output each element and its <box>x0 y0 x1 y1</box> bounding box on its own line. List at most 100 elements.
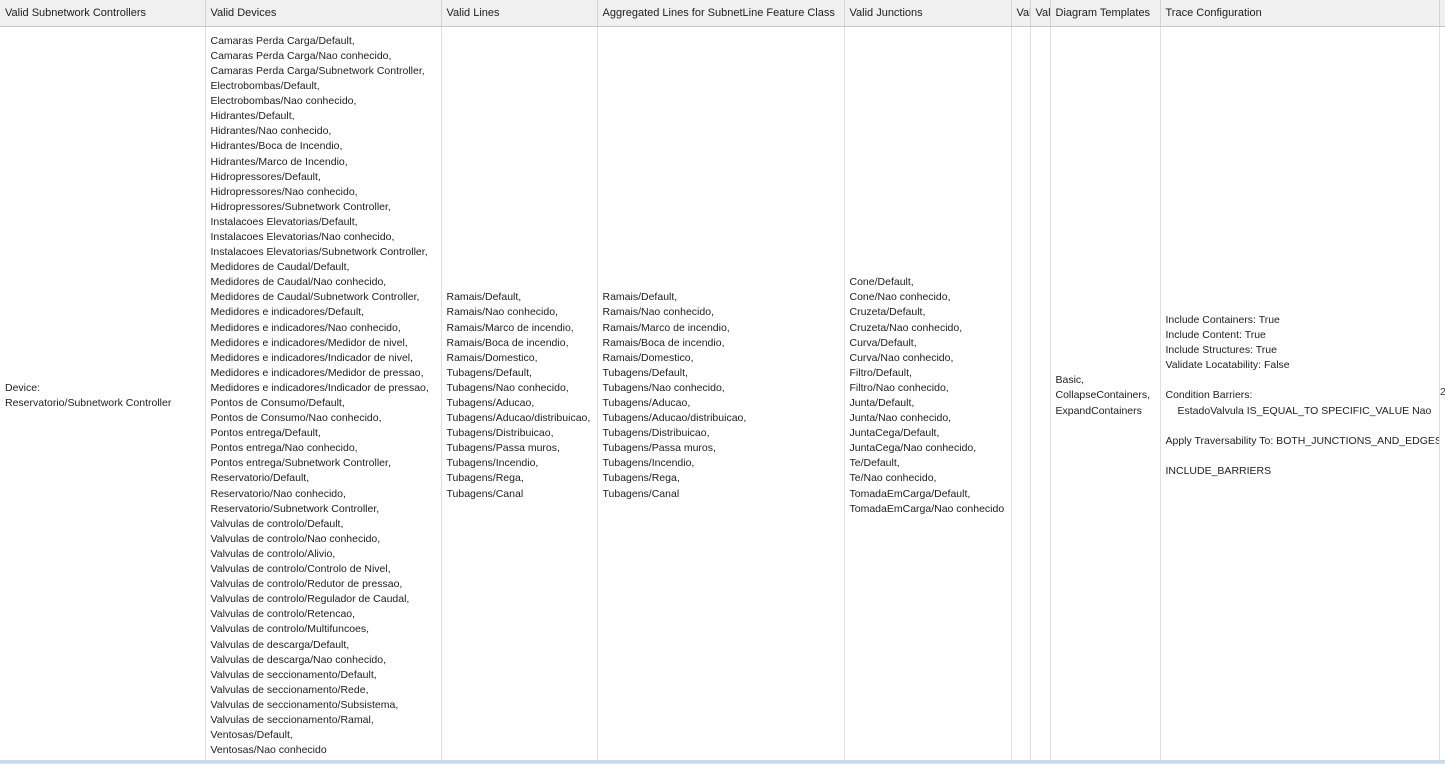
valid-junction-item: Te/Nao conhecido, <box>849 472 937 485</box>
trace-include-structures: Include Structures: True <box>1165 344 1277 357</box>
valid-device-item: Hidropressores/Default, <box>210 170 321 183</box>
valid-device-item: Valvulas de seccionamento/Ramal, <box>210 713 374 726</box>
valid-device-item: Valvulas de controlo/Nao conhecido, <box>210 532 381 545</box>
valid-device-item: Medidores e indicadores/Medidor de press… <box>210 366 424 379</box>
cell-diagram-templates[interactable]: Basic, CollapseContainers, ExpandContainer… <box>1050 26 1161 764</box>
valid-device-item: Valvulas de controlo/Default, <box>210 517 344 530</box>
valid-device-item: Valvulas de controlo/Retencao, <box>210 608 356 621</box>
aggregated-line-item: Ramais/Marco de incendio, <box>602 321 730 334</box>
aggregated-line-item: Ramais/Boca de incendio, <box>602 336 725 349</box>
valid-line-item: Tubagens/Passa muros, <box>446 442 560 455</box>
column-header-val-2[interactable]: Val <box>1030 0 1051 27</box>
valid-line-item: Ramais/Default, <box>446 291 522 304</box>
valid-line-item: Tubagens/Aducao, <box>446 397 535 409</box>
column-header-valid-devices[interactable]: Valid Devices <box>205 0 442 27</box>
valid-device-item: Medidores de Caudal/Nao conhecido, <box>210 276 387 289</box>
cell-valid-devices[interactable]: Camaras Perda Carga/Default, Camaras Perd… <box>205 26 442 764</box>
valid-device-item: Pontos entrega/Subnetwork Controller, <box>210 457 391 470</box>
valid-device-item: Electrobombas/Default, <box>210 80 320 93</box>
valid-line-item: Ramais/Nao conhecido, <box>446 306 558 319</box>
valid-device-item: Valvulas de seccionamento/Subsistema, <box>210 698 399 711</box>
valid-device-item: Instalacoes Elevatorias/Default, <box>210 215 358 228</box>
aggregated-line-item: Tubagens/Incendio, <box>602 457 695 470</box>
aggregated-line-item: Tubagens/Passa muros, <box>602 442 716 455</box>
trace-validate-locatability: Validate Locatability: False <box>1165 359 1290 372</box>
aggregated-line-item: Tubagens/Nao conhecido, <box>602 381 725 394</box>
valid-device-item: Valvulas de controlo/Controlo de Nivel, <box>210 563 391 576</box>
cell-valid-junctions[interactable]: Cone/Default, Cone/Nao conhecido, Cruzeta/… <box>844 26 1012 764</box>
column-header-aggregated-lines[interactable]: Aggregated Lines for SubnetLine Feature … <box>597 0 845 27</box>
cell-val-2[interactable] <box>1030 26 1051 764</box>
valid-device-item: Valvulas de controlo/Multifuncoes, <box>210 623 370 636</box>
valid-junction-list: Cone/Default, Cone/Nao conhecido, Cruzeta/… <box>850 275 1011 517</box>
valid-device-item: Medidores e indicadores/Default, <box>210 306 365 319</box>
valid-device-item: Medidores e indicadores/Medidor de nivel… <box>210 336 408 349</box>
aggregated-line-item: Ramais/Nao conhecido, <box>602 306 714 319</box>
column-header-diagram-templates[interactable]: Diagram Templates <box>1050 0 1161 27</box>
valid-device-item: Hidropressores/Nao conhecido, <box>210 185 358 198</box>
column-header-val-1[interactable]: Val <box>1011 0 1031 27</box>
valid-device-item: Pontos de Consumo/Nao conhecido, <box>210 412 382 425</box>
valid-junction-item: Junta/Nao conhecido, <box>849 412 952 425</box>
valid-device-item: Medidores de Caudal/Subnetwork Controlle… <box>210 291 420 304</box>
valid-device-item: Hidrantes/Marco de Incendio, <box>210 155 348 168</box>
aggregated-line-list: Ramais/Default, Ramais/Nao conhecido, Rama… <box>603 290 844 501</box>
column-header-trace-configuration[interactable]: Trace Configuration <box>1160 0 1440 27</box>
valid-junction-item: Filtro/Default, <box>849 366 912 379</box>
valid-device-item: Reservatorio/Nao conhecido, <box>210 487 346 500</box>
column-header-valid-junctions[interactable]: Valid Junctions <box>844 0 1012 27</box>
valid-junction-item: Cone/Nao conhecido, <box>849 291 951 304</box>
valid-line-item: Ramais/Marco de incendio, <box>446 321 574 334</box>
trace-condition-barrier: EstadoValvula IS_EQUAL_TO SPECIFIC_VALUE… <box>1177 404 1432 417</box>
cell-subnetwork-controllers[interactable]: Device: Reservatorio/Subnetwork Controlle… <box>0 26 206 764</box>
valid-device-item: Valvulas de controlo/Redutor de pressao, <box>210 578 403 591</box>
valid-device-item: Ventosas/Default, <box>210 729 293 742</box>
column-header-valid-subnetwork-controllers[interactable]: Valid Subnetwork Controllers <box>0 0 206 27</box>
valid-device-item: Medidores e indicadores/Indicador de pre… <box>210 381 429 394</box>
subnetwork-controller-line: Reservatorio/Subnetwork Controller <box>5 397 172 409</box>
trace-apply-traversability: Apply Traversability To: BOTH_JUNCTIONS_… <box>1165 434 1439 447</box>
valid-line-item: Tubagens/Incendio, <box>446 457 539 470</box>
subnetwork-controller-line: Device: <box>5 381 41 394</box>
cell-trace-configuration[interactable]: Include Containers: True Include Content… <box>1160 26 1440 764</box>
attribute-grid: Valid Subnetwork Controllers Valid Devic… <box>0 0 1445 764</box>
cell-aggregated-lines[interactable]: Ramais/Default, Ramais/Nao conhecido, Rama… <box>597 26 845 764</box>
valid-junction-item: JuntaCega/Nao conhecido, <box>849 442 977 455</box>
valid-junction-item: JuntaCega/Default, <box>849 427 940 440</box>
column-header-clipped[interactable] <box>1439 0 1445 27</box>
valid-device-item: Instalacoes Elevatorias/Nao conhecido, <box>210 230 395 243</box>
cell-val-1[interactable] <box>1011 26 1031 764</box>
column-header-valid-lines[interactable]: Valid Lines <box>441 0 598 27</box>
header-row: Valid Subnetwork Controllers Valid Devic… <box>0 0 1445 27</box>
valid-device-item: Ventosas/Nao conhecido <box>210 744 327 757</box>
valid-junction-item: Curva/Nao conhecido, <box>849 351 954 364</box>
trace-condition-barriers-label: Condition Barriers: <box>1165 389 1253 402</box>
valid-device-item: Camaras Perda Carga/Nao conhecido, <box>210 49 392 62</box>
valid-device-item: Hidrantes/Nao conhecido, <box>210 125 332 138</box>
valid-line-list: Ramais/Default, Ramais/Nao conhecido, Rama… <box>447 290 597 501</box>
valid-line-item: Tubagens/Nao conhecido, <box>446 381 569 394</box>
aggregated-line-item: Tubagens/Aducao, <box>602 397 691 409</box>
trace-include-barriers: INCLUDE_BARRIERS <box>1165 464 1272 477</box>
valid-junction-item: Filtro/Nao conhecido, <box>849 381 949 394</box>
valid-device-item: Valvulas de controlo/Regulador de Caudal… <box>210 593 410 606</box>
valid-device-item: Medidores e indicadores/Indicador de niv… <box>210 351 414 364</box>
valid-line-item: Tubagens/Default, <box>446 366 532 379</box>
valid-line-item: Ramais/Domestico, <box>446 351 538 364</box>
cell-valid-lines[interactable]: Ramais/Default, Ramais/Nao conhecido, Rama… <box>441 26 598 764</box>
valid-device-item: Medidores e indicadores/Nao conhecido, <box>210 321 401 334</box>
aggregated-line-item: Ramais/Domestico, <box>602 351 694 364</box>
valid-device-item: Hidrantes/Boca de Incendio, <box>210 140 343 153</box>
valid-junction-item: Cruzeta/Nao conhecido, <box>849 321 963 334</box>
valid-device-item: Camaras Perda Carga/Default, <box>210 34 355 47</box>
valid-device-item: Pontos de Consumo/Default, <box>210 397 345 409</box>
valid-line-item: Tubagens/Aducao/distribuicao, <box>446 412 591 425</box>
valid-junction-item: Te/Default, <box>849 457 900 470</box>
valid-device-item: Reservatorio/Subnetwork Controller, <box>210 502 380 515</box>
aggregated-line-item: Tubagens/Distribuicao, <box>602 427 710 440</box>
valid-junction-item: Junta/Default, <box>849 397 915 409</box>
table-row[interactable]: Device: Reservatorio/Subnetwork Controlle… <box>0 26 1445 764</box>
